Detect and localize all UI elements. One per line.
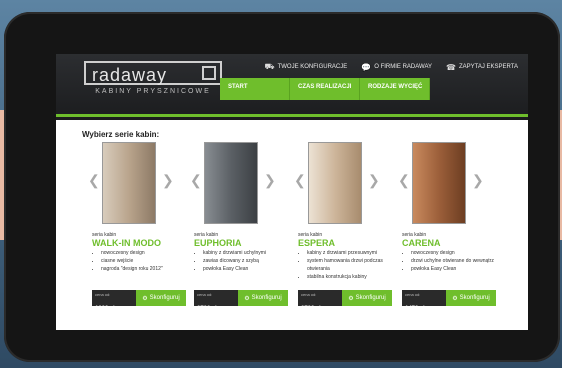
- page-heading: Wybierz serie kabin:: [82, 130, 160, 139]
- top-link-label: O FIRMIE RADAWAY: [374, 64, 433, 70]
- configure-button[interactable]: ⚙ Skonfiguruj: [446, 290, 496, 306]
- price-value: 2730 zł: [197, 306, 217, 312]
- feature-list: kabiny z drzwiami uchylnymi zawias dicow…: [194, 249, 289, 273]
- phone-icon: ☎: [446, 62, 456, 72]
- nav-start[interactable]: START: [220, 78, 290, 100]
- feature-item: drzwi uchylne otwierane do wewnątrz: [411, 257, 497, 265]
- logo-text: radaway: [92, 65, 168, 85]
- price-row: cena od: 1989 zł ⚙ Skonfiguruj: [92, 290, 186, 312]
- configure-button[interactable]: ⚙ Skonfiguruj: [136, 290, 186, 306]
- gear-icon: ⚙: [142, 295, 148, 302]
- top-link-label: TWOJE KONFIGURACJE: [277, 64, 348, 70]
- price-box: cena od: 1989 zł: [92, 290, 136, 312]
- top-link-label: ZAPYTAJ EKSPERTA: [458, 64, 518, 70]
- feature-item: powłoka Easy Clean: [411, 265, 497, 273]
- price-box: cena od: 2782 zł: [298, 290, 342, 312]
- nav-rodzaje-wyciec[interactable]: RODZAJE WYCIĘĆ: [360, 78, 430, 100]
- main-nav: START CZAS REALIZACJI RODZAJE WYCIĘĆ: [220, 78, 430, 100]
- product-name[interactable]: WALK-IN MODO: [92, 238, 161, 248]
- product-name[interactable]: ESPERA: [298, 238, 335, 248]
- price-value: 2782 zł: [301, 306, 321, 312]
- configure-button[interactable]: ⚙ Skonfiguruj: [342, 290, 392, 306]
- chevron-right-icon[interactable]: ❯: [368, 172, 380, 189]
- top-link-configs[interactable]: ⛟ TWOJE KONFIGURACJE: [265, 62, 348, 72]
- configure-label: Skonfiguruj: [459, 295, 490, 301]
- price-box: cena od: 1472 zł: [402, 290, 446, 312]
- price-row: cena od: 2782 zł ⚙ Skonfiguruj: [298, 290, 392, 312]
- chevron-left-icon[interactable]: ❮: [398, 172, 410, 189]
- cart-icon: ⛟: [264, 62, 275, 71]
- shower-cabin-image: [308, 142, 362, 224]
- feature-item: stabilna konstrukcja kabiny: [307, 273, 393, 281]
- price-box: cena od: 2730 zł: [194, 290, 238, 312]
- feature-list: nowoczesny design ciasne wejście nagroda…: [92, 249, 187, 273]
- feature-item: zawias dicowany z szybą: [203, 257, 289, 265]
- feature-item: nagroda "design roku 2012": [101, 265, 187, 273]
- feature-item: system hamowania drzwi podczas otwierani…: [307, 257, 393, 273]
- feature-item: kabiny z drzwiami przesuwnymi: [307, 249, 393, 257]
- shower-cabin-image: [204, 142, 258, 224]
- feature-item: ciasne wejście: [101, 257, 187, 265]
- chevron-right-icon[interactable]: ❯: [162, 172, 174, 189]
- gear-icon: ⚙: [348, 295, 354, 302]
- top-link-about[interactable]: 💬 O FIRMIE RADAWAY: [361, 62, 432, 72]
- configure-label: Skonfiguruj: [149, 295, 180, 301]
- configure-label: Skonfiguruj: [251, 295, 282, 301]
- feature-item: nowoczesny design: [101, 249, 187, 257]
- price-label: cena od:: [197, 292, 213, 297]
- feature-list: nowoczesny design drzwi uchylne otwieran…: [402, 249, 497, 273]
- feature-item: nowoczesny design: [411, 249, 497, 257]
- logo-subtitle: KABINY PRYSZNICOWE: [95, 88, 211, 95]
- product-name[interactable]: CARENA: [402, 238, 441, 248]
- price-value: 1989 zł: [95, 306, 115, 312]
- chevron-left-icon[interactable]: ❮: [294, 172, 306, 189]
- chevron-left-icon[interactable]: ❮: [88, 172, 100, 189]
- site-header: radaway KABINY PRYSZNICOWE ⛟ TWOJE KONFIG…: [56, 54, 528, 120]
- price-label: cena od:: [405, 292, 421, 297]
- price-label: cena od:: [301, 292, 317, 297]
- price-row: cena od: 2730 zł ⚙ Skonfiguruj: [194, 290, 288, 312]
- top-link-expert[interactable]: ☎ ZAPYTAJ EKSPERTA: [446, 62, 518, 72]
- configure-label: Skonfiguruj: [355, 295, 386, 301]
- chevron-left-icon[interactable]: ❮: [190, 172, 202, 189]
- price-value: 1472 zł: [405, 306, 425, 312]
- logo[interactable]: radaway: [84, 61, 222, 85]
- price-row: cena od: 1472 zł ⚙ Skonfiguruj: [402, 290, 496, 312]
- nav-czas-realizacji[interactable]: CZAS REALIZACJI: [290, 78, 360, 100]
- shower-cabin-image: [412, 142, 466, 224]
- feature-list: kabiny z drzwiami przesuwnymi system ham…: [298, 249, 393, 281]
- header-accent-line: [56, 114, 528, 117]
- price-label: cena od:: [95, 292, 111, 297]
- top-links: ⛟ TWOJE KONFIGURACJE 💬 O FIRMIE RADAWAY ☎ Z…: [265, 62, 518, 72]
- tablet-screen: radaway KABINY PRYSZNICOWE ⛟ TWOJE KONFIG…: [56, 54, 528, 330]
- shower-cabin-image: [102, 142, 156, 224]
- gear-icon: ⚙: [244, 295, 250, 302]
- configure-button[interactable]: ⚙ Skonfiguruj: [238, 290, 288, 306]
- feature-item: kabiny z drzwiami uchylnymi: [203, 249, 289, 257]
- logo-square-icon: [202, 66, 216, 80]
- feature-item: powłoka Easy Clean: [203, 265, 289, 273]
- chevron-right-icon[interactable]: ❯: [472, 172, 484, 189]
- chevron-right-icon[interactable]: ❯: [264, 172, 276, 189]
- gear-icon: ⚙: [452, 295, 458, 302]
- product-name[interactable]: EUPHORIA: [194, 238, 242, 248]
- chat-icon: 💬: [361, 62, 372, 72]
